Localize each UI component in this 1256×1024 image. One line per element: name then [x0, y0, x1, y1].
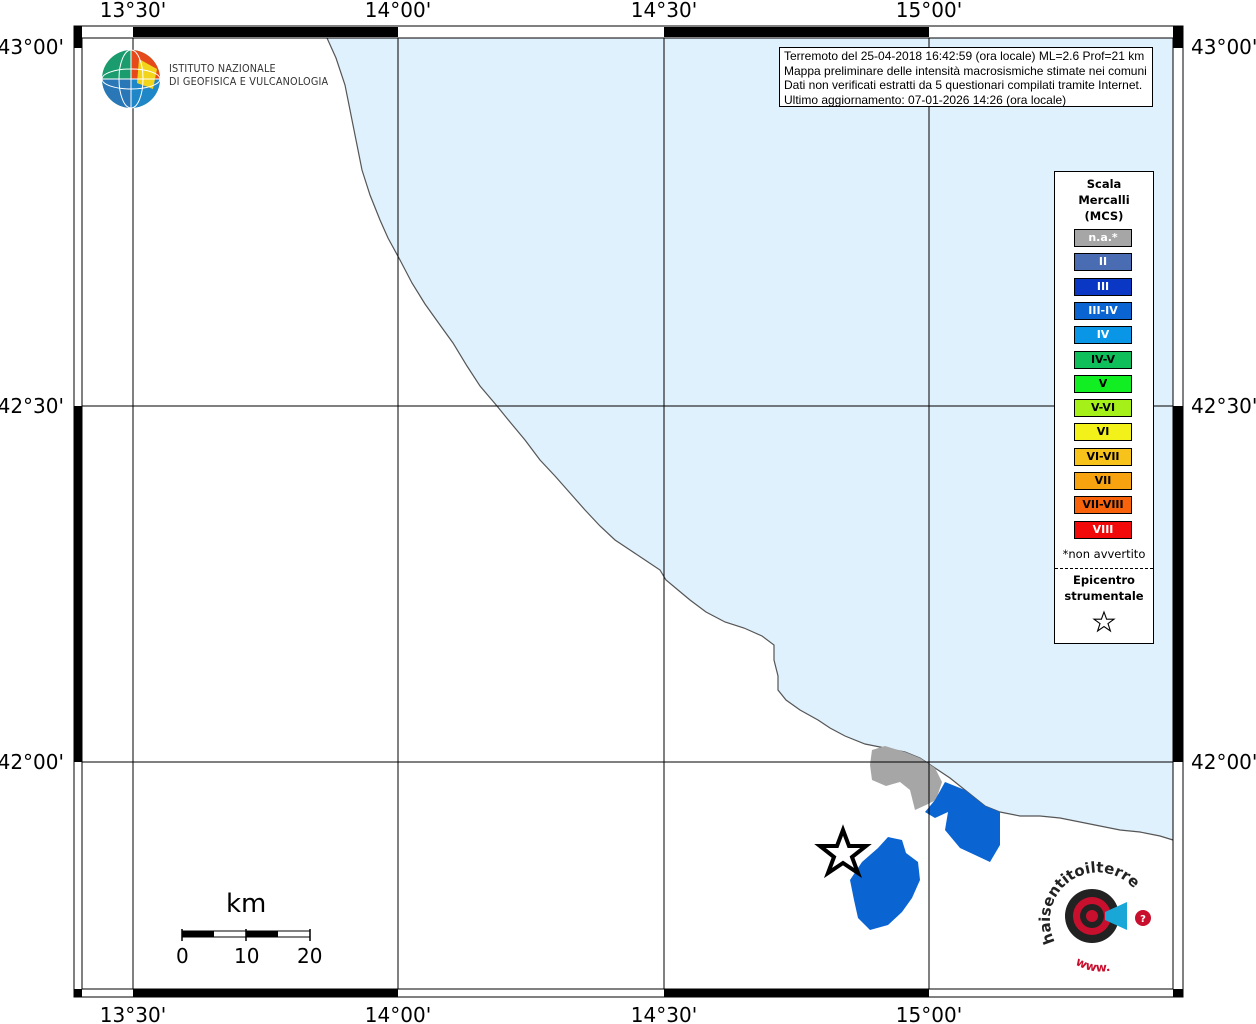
legend-swatch: VII	[1074, 472, 1132, 490]
legend-swatch: II	[1074, 253, 1132, 272]
longitude-label: 14°00'	[365, 1003, 431, 1024]
legend-swatch: V	[1074, 374, 1132, 393]
haisentito-logo: haisentitoilterremoto.it www. ?	[1035, 860, 1151, 975]
longitude-labels-top: 13°30' 14°00' 14°30' 15°00'	[100, 0, 962, 22]
scale-bar	[181, 929, 311, 941]
legend-title-line3: (MCS)	[1084, 209, 1124, 223]
latitude-label: 42°00'	[0, 750, 64, 774]
legend-epicenter-line2: strumentale	[1064, 589, 1144, 603]
legend-swatch: VIII	[1074, 520, 1132, 539]
event-info-line3: Dati non verificati estratti da 5 questi…	[784, 78, 1143, 92]
event-info-box: Terremoto del 25-04-2018 16:42:59 (ora l…	[779, 47, 1153, 107]
latitude-labels-left: 43°00' 42°30' 42°00'	[0, 35, 64, 774]
legend-swatch: IV	[1074, 326, 1132, 345]
latitude-label: 43°00'	[1191, 35, 1256, 59]
legend-swatch: III-IV	[1074, 301, 1132, 320]
longitude-label: 15°00'	[896, 1003, 962, 1024]
legend-title-line2: Mercalli	[1078, 193, 1130, 207]
legend-epicenter-line1: Epicentro	[1073, 573, 1135, 587]
legend-swatch: VII-VIII	[1074, 496, 1132, 515]
legend-swatch: III	[1074, 277, 1132, 296]
legend-swatch: n.a.*	[1074, 229, 1132, 247]
event-info-line1: Terremoto del 25-04-2018 16:42:59 (ora l…	[784, 49, 1145, 63]
institution-name-line2: DI GEOFISICA E VULCANOLOGIA	[169, 76, 329, 88]
svg-text:?: ?	[1140, 914, 1146, 925]
longitude-label: 14°00'	[365, 0, 431, 22]
legend-star-icon	[1092, 610, 1116, 633]
event-info-line4: Ultimo aggiornamento: 07-01-2026 14:26 (…	[784, 92, 1067, 107]
ingv-globe-logo	[101, 49, 161, 109]
legend-swatch: IV-V	[1074, 350, 1132, 369]
sea-area	[327, 38, 1173, 840]
legend-epicenter-label: Epicentro strumentale	[1055, 572, 1153, 604]
legend-swatch: VI	[1074, 423, 1132, 442]
legend-swatch: VI-VII	[1074, 447, 1132, 466]
latitude-label: 42°00'	[1191, 750, 1256, 774]
institution-name-line1: ISTITUTO NAZIONALE	[169, 63, 276, 75]
longitude-label: 13°30'	[100, 1003, 166, 1024]
latitude-labels-right: 43°00' 42°30' 42°00'	[1191, 35, 1256, 774]
event-info-line2: Mappa preliminare delle intensità macros…	[784, 63, 1147, 78]
scale-tick-20: 20	[297, 944, 323, 968]
scale-bar-unit: km	[226, 889, 267, 919]
longitude-label: 14°30'	[631, 0, 697, 22]
longitude-label: 15°00'	[896, 0, 962, 22]
legend-note: *non avvertito	[1062, 547, 1146, 561]
institution-name: ISTITUTO NAZIONALE DI GEOFISICA E VULCAN…	[169, 63, 328, 89]
latitude-label: 42°30'	[1191, 394, 1256, 418]
scale-tick-0: 0	[176, 944, 189, 968]
legend-title-line1: Scala	[1086, 177, 1122, 191]
longitude-label: 13°30'	[100, 0, 166, 22]
latitude-label: 42°30'	[0, 394, 64, 418]
intensity-legend: Scala Mercalli (MCS) n.a.* II III III-IV IV I…	[1054, 171, 1154, 644]
latitude-label: 43°00'	[0, 35, 64, 59]
haisentito-logo-prefix: www.	[1074, 954, 1112, 974]
scale-tick-10: 10	[234, 944, 260, 968]
legend-divider	[1055, 568, 1153, 569]
longitude-labels-bottom: 13°30' 14°00' 14°30' 15°00'	[100, 1003, 962, 1024]
longitude-label: 14°30'	[631, 1003, 697, 1024]
legend-title: Scala Mercalli (MCS)	[1055, 176, 1153, 224]
legend-swatch: V-VI	[1074, 399, 1132, 418]
